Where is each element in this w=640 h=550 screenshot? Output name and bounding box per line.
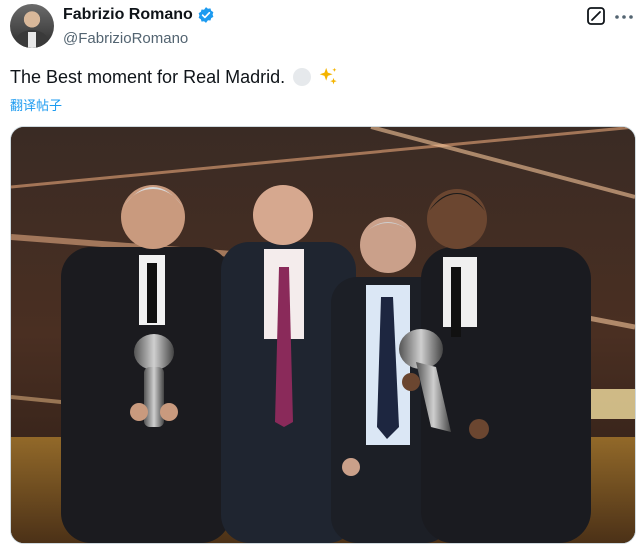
author-name-row: Fabrizio Romano <box>63 6 215 24</box>
tweet-text: The Best moment for Real Madrid. <box>10 66 339 88</box>
translate-post-link[interactable]: 翻译帖子 <box>10 95 62 114</box>
tweet-body: The Best moment for Real Madrid. <box>10 66 286 87</box>
tweet-media-photo[interactable] <box>10 126 636 544</box>
photo-illustration <box>11 127 635 543</box>
more-icon[interactable] <box>614 10 634 22</box>
author-handle[interactable]: @FabrizioRomano <box>63 30 188 47</box>
sparkles-icon <box>317 66 339 88</box>
verified-badge-icon[interactable] <box>197 6 215 24</box>
author-display-name[interactable]: Fabrizio Romano <box>63 6 193 24</box>
white-circle-icon <box>293 68 312 86</box>
grok-icon[interactable] <box>587 7 605 25</box>
author-avatar[interactable] <box>10 4 54 48</box>
avatar-shirt <box>28 32 36 48</box>
